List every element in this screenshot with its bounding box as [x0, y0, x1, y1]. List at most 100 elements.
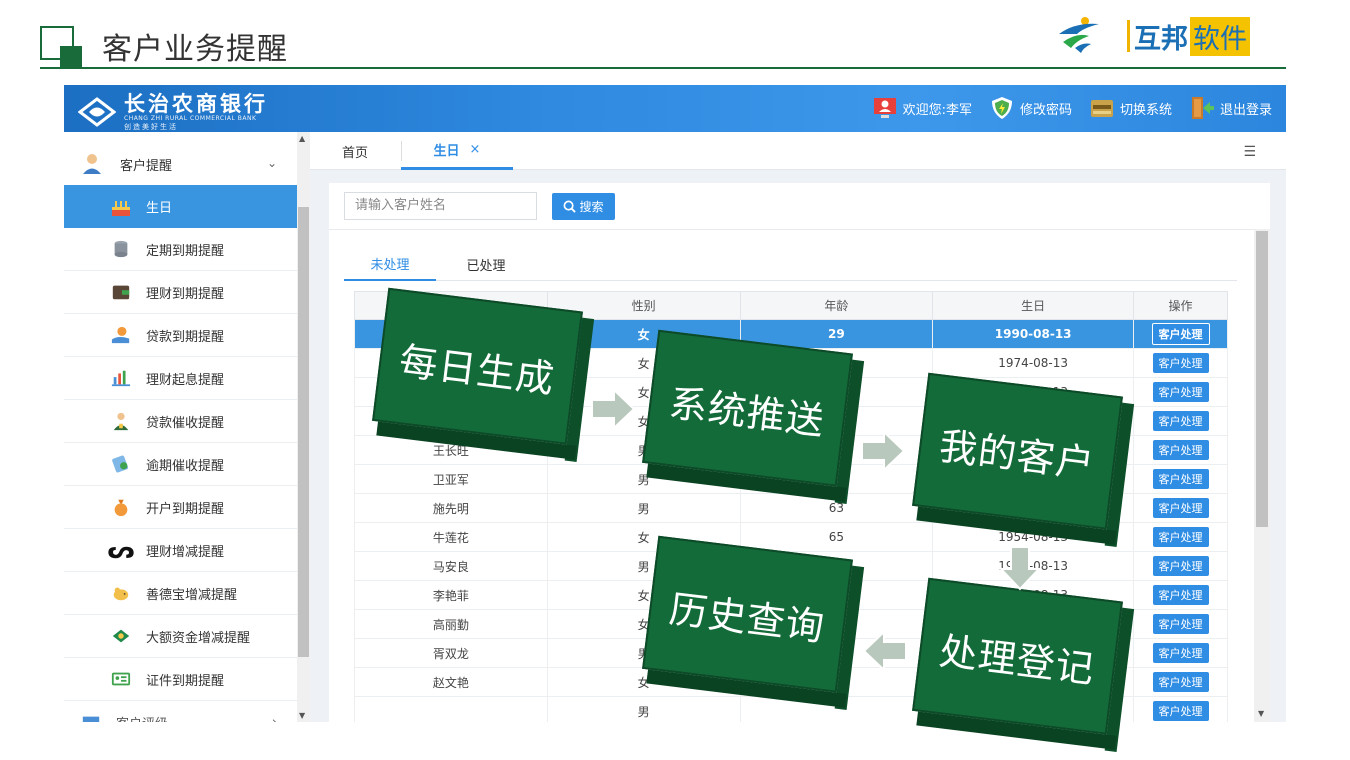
sidebar-item-wealth-due[interactable]: 理财到期提醒 [64, 271, 297, 314]
sidebar-item-label: 定期到期提醒 [146, 243, 225, 259]
brand-figure-icon [1059, 17, 1099, 53]
customer-handle-button[interactable]: 客户处理 [1152, 527, 1209, 547]
sidebar-item-label: 善德宝增减提醒 [146, 587, 238, 603]
customer-handle-button[interactable]: 客户处理 [1152, 672, 1209, 692]
sidebar-item-loan-due[interactable]: 贷款到期提醒 [64, 314, 297, 357]
sidebar-item-loan-collection[interactable]: 贷款催收提醒 [64, 400, 297, 443]
change-password-link[interactable]: 修改密码 [990, 96, 1072, 120]
coin-stack-icon [110, 238, 132, 260]
customer-handle-button[interactable]: 客户处理 [1151, 323, 1210, 345]
tab-birthday[interactable]: 生日 × [401, 132, 513, 170]
sidebar-item-wealth-interest[interactable]: 理财起息提醒 [64, 357, 297, 400]
scroll-down-icon[interactable]: ▼ [1258, 709, 1264, 718]
money-bag-icon [110, 496, 132, 518]
cell-name: 牛莲花 [354, 522, 548, 552]
tab-done[interactable]: 已处理 [456, 247, 516, 281]
search-input[interactable]: 请输入客户姓名 [344, 192, 537, 220]
customer-handle-button[interactable]: 客户处理 [1152, 701, 1209, 721]
user-monitor-icon [873, 98, 896, 118]
customer-handle-button[interactable]: 客户处理 [1152, 353, 1209, 373]
sidebar-item-large-fund-change[interactable]: 大额资金增减提醒 [64, 615, 297, 658]
switch-icon [1090, 100, 1113, 117]
cell-name: 施先明 [354, 493, 548, 523]
sidebar-scrollbar[interactable]: ▲ ▼ [297, 132, 310, 722]
cell-action: 客户处理 [1133, 464, 1228, 494]
sidebar-item-id-due[interactable]: 证件到期提醒 [64, 658, 297, 701]
scroll-up-icon[interactable]: ▲ [299, 134, 305, 143]
logout-link[interactable]: 退出登录 [1190, 96, 1272, 120]
change-password-label: 修改密码 [1019, 102, 1072, 118]
sidebar-item-label: 开户到期提醒 [146, 501, 225, 517]
cell-name: 李艳菲 [354, 580, 548, 610]
switch-system-label: 切换系统 [1119, 102, 1172, 118]
cell-birthday: 1974-08-13 [932, 348, 1135, 378]
cell-name: 赵文艳 [354, 667, 548, 697]
sidebar-item-label: 逾期催收提醒 [146, 458, 225, 474]
sidebar-group-customer-reminders[interactable]: 客户提醒 ⌄ [64, 142, 297, 186]
id-card-icon [110, 668, 132, 690]
sidebar-item-label: 证件到期提醒 [146, 673, 225, 689]
scroll-thumb[interactable] [1256, 231, 1268, 527]
col-birthday[interactable]: 生日 [932, 291, 1135, 320]
sidebar-item-wealth-change[interactable]: ᔕ 理财增减提醒 [64, 529, 297, 572]
search-button-label: 搜索 [579, 200, 604, 214]
customer-handle-button[interactable]: 客户处理 [1152, 643, 1209, 663]
customer-handle-button[interactable]: 客户处理 [1152, 440, 1209, 460]
wave-icon: ᔕ [107, 536, 135, 564]
customer-handle-button[interactable]: 客户处理 [1152, 614, 1209, 634]
top-bar: 长治农商银行 CHANG ZHI RURAL COMMERCIAL BANK 创… [64, 85, 1286, 132]
wallet-icon [110, 281, 132, 303]
sidebar-group-label: 客户评级 [116, 713, 168, 722]
list-menu-icon[interactable]: ☰ [1243, 144, 1256, 160]
chevron-right-icon[interactable]: › [272, 715, 277, 722]
sidebar-item-account-due[interactable]: 开户到期提醒 [64, 486, 297, 529]
tab-birthday-label: 生日 [433, 144, 460, 159]
bank-name-en: CHANG ZHI RURAL COMMERCIAL BANK [124, 115, 257, 122]
person-money-icon [110, 410, 132, 432]
search-button[interactable]: 搜索 [552, 193, 615, 220]
step-label: 每日生成 [372, 287, 583, 445]
col-age[interactable]: 年龄 [739, 291, 934, 320]
tab-pending[interactable]: 未处理 [344, 247, 436, 281]
customer-handle-button[interactable]: 客户处理 [1152, 469, 1209, 489]
cell-action: 客户处理 [1133, 348, 1228, 378]
step-label: 系统推送 [642, 329, 853, 487]
cell-action: 客户处理 [1133, 319, 1228, 349]
sidebar-group-customer-rating[interactable]: 客户评级 › [64, 701, 297, 722]
sidebar-item-deposit-due[interactable]: 定期到期提醒 [64, 228, 297, 271]
sidebar: 客户提醒 ⌄ 生日 定期到期提醒 理财到期提醒 贷款到期提醒 理财起息提醒 贷款… [64, 132, 310, 722]
brand-name-a: 互邦 [1134, 23, 1188, 55]
cell-name: 马安良 [354, 551, 548, 581]
bank-emblem-icon [78, 97, 116, 127]
switch-system-link[interactable]: 切换系统 [1090, 96, 1172, 120]
sidebar-item-shandebao-change[interactable]: 善德宝增减提醒 [64, 572, 297, 615]
cell-action: 客户处理 [1133, 667, 1228, 697]
sidebar-item-label: 贷款催收提醒 [146, 415, 225, 431]
customer-handle-button[interactable]: 客户处理 [1152, 498, 1209, 518]
table-scrollbar[interactable]: ▼ [1254, 229, 1270, 722]
customer-handle-button[interactable]: 客户处理 [1152, 556, 1209, 576]
cell-action: 客户处理 [1133, 522, 1228, 552]
sidebar-item-overdue-collection[interactable]: 逾期催收提醒 [64, 443, 297, 486]
tab-home[interactable]: 首页 [342, 132, 368, 170]
step-label: 我的客户 [912, 372, 1123, 530]
status-tabs: 未处理 已处理 [344, 247, 1237, 281]
cell-name: 卫亚军 [354, 464, 548, 494]
corner-square-icon [40, 26, 82, 68]
sidebar-item-label: 理财起息提醒 [146, 372, 225, 388]
col-action: 操作 [1133, 291, 1228, 320]
exit-door-icon [1191, 97, 1214, 119]
customer-handle-button[interactable]: 客户处理 [1152, 411, 1209, 431]
brand-name-b: 软件 [1190, 16, 1250, 56]
customer-handle-button[interactable]: 客户处理 [1152, 382, 1209, 402]
cell-name [354, 696, 548, 722]
scroll-down-icon[interactable]: ▼ [299, 711, 305, 720]
customer-handle-button[interactable]: 客户处理 [1152, 585, 1209, 605]
sidebar-item-birthday[interactable]: 生日 [64, 185, 297, 228]
divider [329, 229, 1270, 230]
scroll-thumb[interactable] [298, 207, 309, 657]
close-icon[interactable]: × [470, 142, 481, 157]
welcome-user[interactable]: 欢迎您:李军 [873, 96, 972, 120]
cell-action: 客户处理 [1133, 406, 1228, 436]
chevron-down-icon[interactable]: ⌄ [267, 156, 277, 170]
